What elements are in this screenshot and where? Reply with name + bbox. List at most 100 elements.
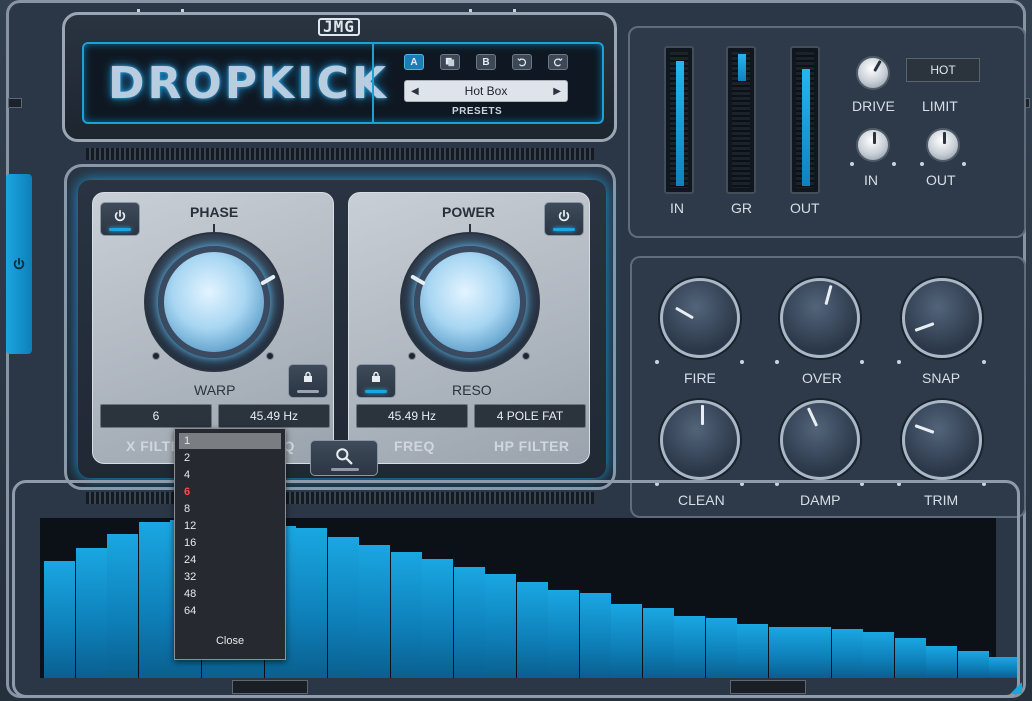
spectrum-bar <box>107 534 138 678</box>
brand-logo: JMG <box>318 18 360 36</box>
snap-knob[interactable] <box>902 278 982 358</box>
out-gain-knob-indicator <box>943 132 946 144</box>
x-filter-slope-value: 6 <box>152 409 160 423</box>
spectrum-bar <box>674 616 705 678</box>
hp-type-box[interactable]: 4 POLE FAT <box>474 404 586 428</box>
over-knob[interactable] <box>780 278 860 358</box>
dropdown-option[interactable]: 2 <box>179 450 281 466</box>
gr-meter-label: GR <box>731 200 752 216</box>
header-divider <box>372 44 374 122</box>
hp-freq-box[interactable]: 45.49 Hz <box>356 404 468 428</box>
input-meter <box>664 46 694 194</box>
power-label: POWER <box>442 204 495 220</box>
limit-label: LIMIT <box>922 98 958 114</box>
preset-slot-b-button[interactable]: B <box>476 54 496 70</box>
drive-knob[interactable] <box>856 56 890 90</box>
spectrum-bar <box>989 657 1020 678</box>
hp-filter-label: HP FILTER <box>494 438 570 454</box>
reso-knob-glow <box>414 246 526 358</box>
clean-knob[interactable] <box>660 400 740 480</box>
spectrum-bar <box>75 548 107 678</box>
dropdown-option[interactable]: 8 <box>179 501 281 517</box>
knob-screw <box>408 352 416 360</box>
phase-label: PHASE <box>190 204 239 220</box>
dropdown-option[interactable]: 32 <box>179 569 281 585</box>
preset-next-icon[interactable]: ▶ <box>553 86 561 97</box>
damp-knob-indicator <box>806 407 819 427</box>
spectrum-bar <box>863 632 894 678</box>
hp-type-value: 4 POLE FAT <box>496 409 564 423</box>
spectrum-bar <box>453 567 485 678</box>
preset-slot-a-button[interactable]: A <box>404 54 424 70</box>
in-gain-knob[interactable] <box>856 128 890 162</box>
undo-button[interactable] <box>512 54 532 70</box>
dropdown-option[interactable]: 24 <box>179 552 281 568</box>
gain-reduction-meter-fill <box>738 54 746 81</box>
power-icon <box>114 209 126 222</box>
dropdown-option[interactable]: 16 <box>179 535 281 551</box>
snap-label: SNAP <box>922 370 961 386</box>
dropdown-option[interactable]: 4 <box>179 467 281 483</box>
spectrum-bar <box>579 593 611 678</box>
preset-slot-a-label: A <box>410 56 418 68</box>
phase-power-button[interactable] <box>100 202 140 236</box>
bypass-power-tab[interactable] <box>6 174 32 354</box>
preset-selector[interactable]: ◀ Hot Box ▶ <box>404 80 568 102</box>
fire-knob[interactable] <box>660 278 740 358</box>
resize-handle-icon[interactable] <box>1010 682 1022 694</box>
knob-screw <box>266 352 274 360</box>
warp-lock-button[interactable] <box>288 364 328 398</box>
spectrum-bar <box>642 608 674 678</box>
warp-knob[interactable] <box>144 232 284 372</box>
reso-lock-button[interactable] <box>356 364 396 398</box>
trim-label: TRIM <box>924 492 959 508</box>
undo-icon <box>517 58 526 67</box>
limit-mode-display[interactable]: HOT <box>906 58 980 82</box>
x-filter-slope-box[interactable]: 6 <box>100 404 212 428</box>
redo-button[interactable] <box>548 54 568 70</box>
in-meter-label: IN <box>670 200 684 216</box>
vent-grille <box>86 492 594 504</box>
knob-screw <box>522 352 530 360</box>
out-gain-knob[interactable] <box>926 128 960 162</box>
damp-label: DAMP <box>800 492 841 508</box>
preset-prev-icon[interactable]: ◀ <box>411 86 419 97</box>
dropdown-option[interactable]: 6 <box>179 484 281 500</box>
spectrum-bar <box>831 629 863 678</box>
trim-knob[interactable] <box>902 400 982 480</box>
lock-icon <box>372 371 380 382</box>
spectrum-bar <box>138 522 170 678</box>
preset-slot-b-label: B <box>482 56 490 68</box>
dropdown-option[interactable]: 12 <box>179 518 281 534</box>
redo-icon <box>554 58 563 67</box>
dropdown-close-button[interactable]: Close <box>175 635 285 647</box>
reso-knob[interactable] <box>400 232 540 372</box>
copy-preset-button[interactable] <box>440 54 460 70</box>
bottom-rail <box>730 680 806 694</box>
frame-screw <box>8 98 22 108</box>
power-icon <box>558 209 570 222</box>
spectrum-bar <box>359 545 390 678</box>
x-filter-freq-box[interactable]: 45.49 Hz <box>218 404 330 428</box>
over-knob-indicator <box>824 284 833 306</box>
power-power-button[interactable] <box>544 202 584 236</box>
spectrum-bar <box>390 552 422 678</box>
fire-knob-indicator <box>675 306 694 320</box>
dropdown-option[interactable]: 64 <box>179 603 281 619</box>
power-icon <box>13 257 25 270</box>
damp-knob[interactable] <box>780 400 860 480</box>
copy-icon <box>445 57 455 67</box>
spectrum-bar <box>926 646 957 678</box>
magnifier-icon <box>336 448 353 465</box>
spectrum-bar <box>548 590 579 678</box>
analyzer-toggle-button[interactable] <box>310 440 378 476</box>
spectrum-bar <box>44 561 75 678</box>
fire-label: FIRE <box>684 370 716 386</box>
spectrum-bar <box>705 618 737 678</box>
out-gain-label: OUT <box>926 172 956 188</box>
dropdown-option[interactable]: 1 <box>179 433 281 449</box>
trim-knob-indicator <box>914 424 935 434</box>
spectrum-bar <box>737 624 768 678</box>
knob-screw <box>152 352 160 360</box>
dropdown-option[interactable]: 48 <box>179 586 281 602</box>
